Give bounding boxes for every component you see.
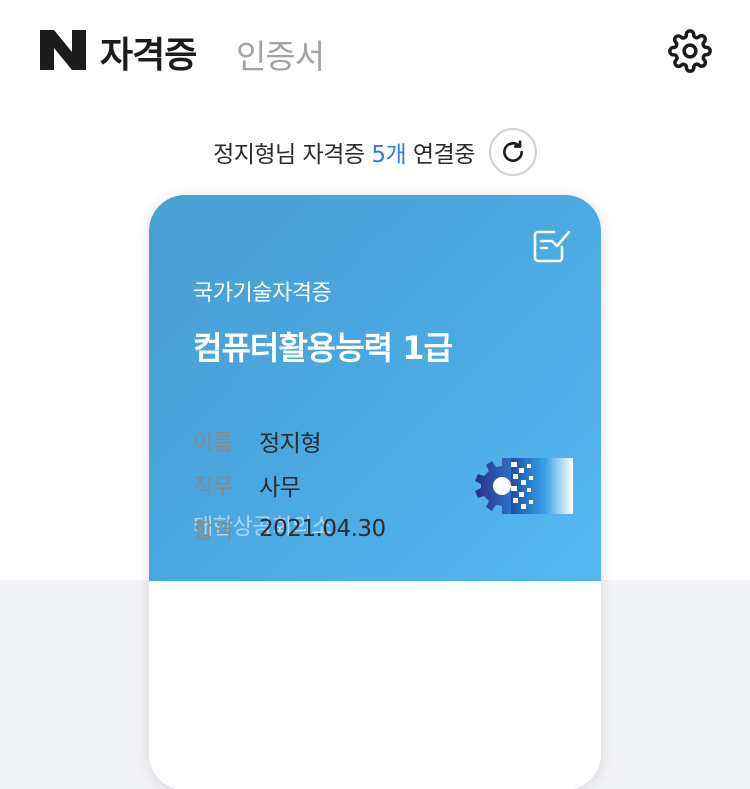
gear-icon — [668, 29, 712, 73]
detail-label: 직무 — [193, 475, 233, 500]
detail-row-job: 직무 사무 — [193, 469, 301, 501]
detail-value: 사무 — [259, 475, 301, 501]
detail-label: 이름 — [193, 431, 233, 456]
detail-value: 정지형 — [259, 431, 321, 457]
issuer-logo — [475, 458, 573, 514]
detail-row-pass-date: 합격 2021.04.30 — [193, 513, 386, 545]
card-details-layer: 이름 정지형 직무 사무 합격 2021.04.30 — [149, 0, 601, 789]
settings-button[interactable] — [668, 29, 712, 73]
detail-row-name: 이름 정지형 — [193, 425, 321, 457]
detail-label: 합격 — [193, 519, 233, 544]
detail-value: 2021.04.30 — [259, 516, 386, 542]
naver-logo — [40, 30, 86, 70]
